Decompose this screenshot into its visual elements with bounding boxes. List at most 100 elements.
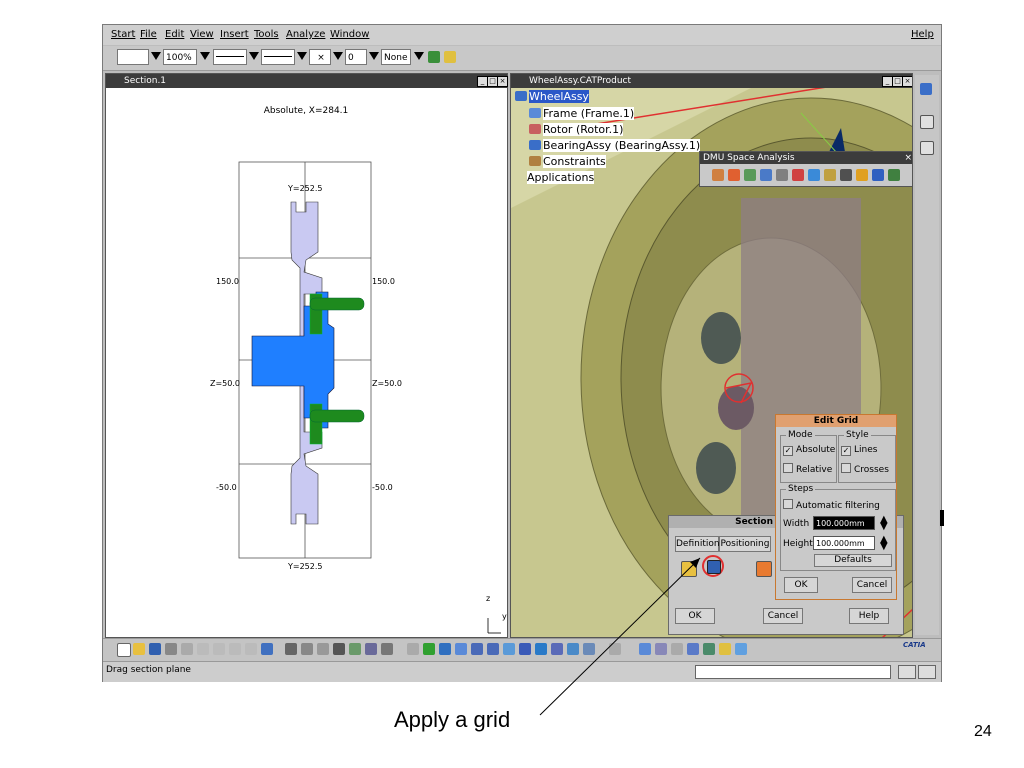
pan-icon[interactable] [439, 643, 451, 655]
redo-icon[interactable] [245, 643, 257, 655]
command-input[interactable] [695, 665, 891, 679]
chevron-down-icon[interactable] [369, 52, 379, 60]
tree-item-constraints[interactable]: Constraints [529, 155, 606, 168]
crosses-checkbox[interactable]: Crosses [841, 463, 889, 475]
menu-start[interactable]: Start [111, 29, 135, 40]
close-icon[interactable]: × [904, 152, 912, 164]
command-button[interactable] [898, 665, 916, 679]
menu-insert[interactable]: Insert [220, 29, 249, 40]
swap-space-icon[interactable] [583, 643, 595, 655]
compare-icon[interactable] [776, 169, 788, 181]
painter-icon[interactable] [428, 51, 440, 63]
iso-view-icon[interactable] [535, 643, 547, 655]
arc-through-points-icon[interactable] [840, 169, 852, 181]
layer-select[interactable]: None [381, 49, 411, 65]
lines-checkbox[interactable]: ✓ Lines [841, 445, 877, 456]
tab-definition[interactable]: Definition [675, 536, 720, 552]
copy-icon[interactable] [197, 643, 209, 655]
measure-inertia-icon[interactable] [824, 169, 836, 181]
menu-analyze[interactable]: Analyze [286, 29, 325, 40]
comment-icon[interactable] [301, 643, 313, 655]
fly-mode-icon[interactable] [655, 643, 667, 655]
undo-icon[interactable] [229, 643, 241, 655]
walk-icon[interactable] [719, 643, 731, 655]
tree-item-frame[interactable]: Frame (Frame.1) [529, 107, 635, 120]
cut-icon[interactable] [181, 643, 193, 655]
select-icon[interactable] [920, 115, 934, 129]
publication-icon[interactable] [609, 643, 621, 655]
menu-file[interactable]: File [140, 29, 157, 40]
width-field[interactable]: 100.000mm [813, 516, 875, 530]
2d-icon[interactable] [856, 169, 868, 181]
window-icon[interactable] [872, 169, 884, 181]
shading-icon[interactable] [551, 643, 563, 655]
navigation-icon[interactable] [671, 643, 683, 655]
section-cancel-button[interactable]: Cancel [763, 608, 803, 624]
analysis-icon[interactable] [349, 643, 361, 655]
chevron-down-icon[interactable] [249, 52, 259, 60]
knowledge-icon[interactable] [365, 643, 377, 655]
clash-icon[interactable] [712, 169, 724, 181]
multi-view-icon[interactable] [519, 643, 531, 655]
section-ok-button[interactable]: OK [675, 608, 715, 624]
defaults-button[interactable]: Defaults [814, 554, 892, 567]
fit-all-icon[interactable] [423, 643, 435, 655]
measure-item-icon[interactable] [808, 169, 820, 181]
table-icon[interactable] [333, 643, 345, 655]
turn-head-icon[interactable] [703, 643, 715, 655]
chevron-down-icon[interactable] [414, 52, 424, 60]
chevron-down-icon[interactable] [333, 52, 343, 60]
measure-between-icon[interactable] [792, 169, 804, 181]
print-icon[interactable] [165, 643, 177, 655]
close-icon[interactable]: × [497, 76, 508, 87]
result-window-icon[interactable] [756, 561, 772, 577]
relative-checkbox[interactable]: Relative [783, 463, 832, 475]
chevron-down-icon[interactable] [200, 52, 210, 60]
close-icon[interactable]: × [902, 76, 912, 87]
zoom-in-icon[interactable] [471, 643, 483, 655]
band-analysis-icon[interactable] [760, 169, 772, 181]
macro-icon[interactable] [381, 643, 393, 655]
zoom-out-icon[interactable] [487, 643, 499, 655]
menu-window[interactable]: Window [330, 29, 369, 40]
point-type-select[interactable]: × [309, 49, 331, 65]
tree-item-applications[interactable]: Applications [515, 171, 595, 184]
distance-icon[interactable] [744, 169, 756, 181]
rotate-icon[interactable] [455, 643, 467, 655]
tree-item-rotor[interactable]: Rotor (Rotor.1) [529, 123, 624, 136]
info-icon[interactable] [317, 643, 329, 655]
section-icon[interactable] [728, 169, 740, 181]
height-spinner-icon[interactable]: ▲ ▼ [880, 535, 888, 552]
command-options-button[interactable] [918, 665, 936, 679]
dmu-workbench-icon[interactable] [920, 83, 932, 95]
tree-item-wheelassy[interactable]: WheelAssy [515, 90, 589, 103]
compass-icon[interactable] [639, 643, 651, 655]
edit-grid-icon[interactable] [707, 560, 721, 574]
layer-number-select[interactable]: 0 [345, 49, 367, 65]
chevron-down-icon[interactable] [297, 52, 307, 60]
line-type-select[interactable] [213, 49, 247, 65]
new-icon[interactable] [117, 643, 131, 657]
fly-icon[interactable] [920, 141, 934, 155]
section-help-button[interactable]: Help [849, 608, 889, 624]
plane-icon[interactable] [888, 169, 900, 181]
formula-icon[interactable] [285, 643, 297, 655]
whats-this-icon[interactable] [261, 643, 273, 655]
menu-tools[interactable]: Tools [254, 29, 279, 40]
edit-grid-ok-button[interactable]: OK [784, 577, 818, 593]
absolute-checkbox[interactable]: ✓ Absolute [783, 445, 835, 456]
menu-view[interactable]: View [190, 29, 214, 40]
menu-help[interactable]: Help [911, 29, 934, 40]
section-export-icon[interactable] [681, 561, 697, 577]
hide-show-icon[interactable] [567, 643, 579, 655]
menu-edit[interactable]: Edit [165, 29, 184, 40]
normal-view-icon[interactable] [503, 643, 515, 655]
select-mode-icon[interactable] [407, 643, 419, 655]
line-weight-select[interactable] [261, 49, 295, 65]
properties-icon[interactable] [444, 51, 456, 63]
color-select[interactable] [117, 49, 149, 65]
edit-grid-cancel-button[interactable]: Cancel [852, 577, 892, 593]
open-icon[interactable] [133, 643, 145, 655]
height-field[interactable]: 100.000mm [813, 536, 875, 550]
zoom-select[interactable]: 100% [163, 49, 197, 65]
